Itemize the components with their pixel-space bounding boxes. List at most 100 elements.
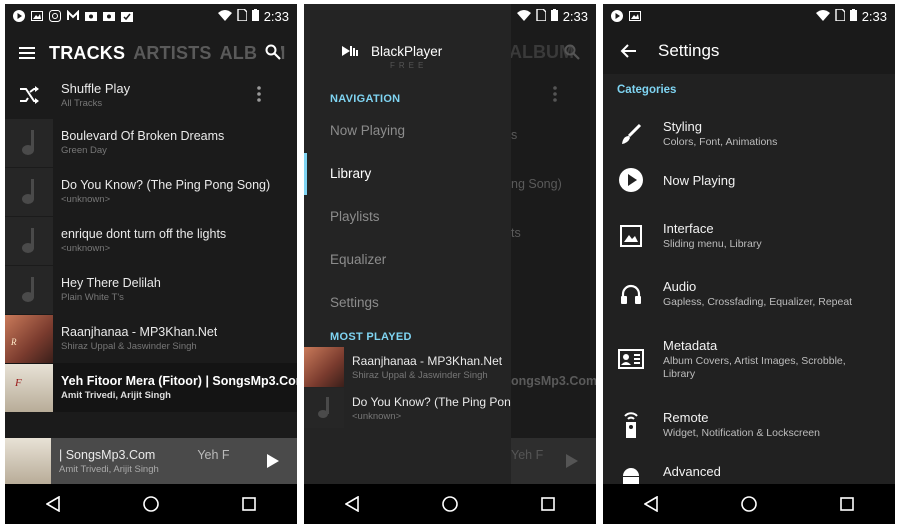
gmail-icon bbox=[67, 10, 79, 22]
recents-icon[interactable] bbox=[241, 497, 256, 511]
play-icon[interactable] bbox=[267, 454, 279, 473]
settings-item-title: Remote bbox=[663, 410, 709, 425]
clock: 2:33 bbox=[861, 8, 887, 24]
settings-item-styling[interactable]: Styling Colors, Font, Animations bbox=[603, 110, 895, 158]
play-circle-icon bbox=[607, 168, 655, 192]
album-cover-fitoor bbox=[5, 438, 51, 484]
track-row[interactable]: R Raanjhanaa - MP3Khan.Net Shiraz Uppal &… bbox=[5, 314, 297, 363]
app-logo-icon bbox=[342, 44, 358, 63]
most-played-artist: Shiraz Uppal & Jaswinder Singh bbox=[352, 369, 488, 381]
shuffle-subtitle: All Tracks bbox=[61, 98, 103, 109]
android-icon bbox=[607, 466, 655, 484]
page-title: Settings bbox=[658, 41, 720, 60]
no-sim-icon bbox=[834, 7, 846, 24]
background-text: ng Song) bbox=[511, 177, 562, 191]
remote-icon bbox=[607, 411, 655, 439]
tracks-screen: 2:33 TRACKS ARTISTS ALBUM Shuffle Play A… bbox=[5, 4, 297, 524]
image-icon bbox=[607, 225, 655, 247]
status-bar: 2:33 bbox=[5, 4, 297, 28]
system-nav-bar bbox=[603, 484, 895, 524]
clock: 2:33 bbox=[263, 8, 289, 24]
nav-item-playlists[interactable]: Playlists bbox=[330, 209, 380, 224]
settings-item-title: Advanced bbox=[663, 464, 721, 479]
more-options-icon bbox=[553, 86, 557, 107]
nav-item-library[interactable]: Library bbox=[330, 166, 371, 181]
settings-item-title: Now Playing bbox=[663, 172, 736, 188]
settings-item-audio[interactable]: Audio Gapless, Crossfading, Equalizer, Re… bbox=[603, 270, 895, 318]
settings-item-remote[interactable]: Remote Widget, Notification & Lockscreen bbox=[603, 401, 895, 449]
track-title: Do You Know? (The Ping Pong Song) bbox=[61, 178, 271, 192]
background-now-playing: Yeh F bbox=[511, 438, 596, 484]
track-artist: Plain White T's bbox=[61, 292, 124, 303]
instagram-icon bbox=[49, 10, 61, 22]
tab-tracks[interactable]: TRACKS bbox=[49, 43, 125, 64]
active-indicator bbox=[304, 153, 307, 195]
settings-item-advanced[interactable]: Advanced bbox=[603, 460, 895, 484]
clock: 2:33 bbox=[562, 8, 588, 24]
track-row[interactable]: Boulevard Of Broken Dreams Green Day bbox=[5, 118, 297, 167]
search-icon bbox=[564, 44, 580, 65]
app-edition: FREE bbox=[390, 61, 428, 70]
navigation-header: NAVIGATION bbox=[330, 93, 401, 105]
most-played-header: MOST PLAYED bbox=[330, 331, 412, 343]
home-icon[interactable] bbox=[442, 496, 458, 512]
track-row[interactable]: Hey There Delilah Plain White T's bbox=[5, 265, 297, 314]
nav-item-equalizer[interactable]: Equalizer bbox=[330, 252, 386, 267]
home-icon[interactable] bbox=[741, 496, 757, 512]
settings-item-title: Interface bbox=[663, 221, 714, 236]
music-note-icon bbox=[5, 265, 53, 314]
music-note-icon bbox=[304, 388, 344, 428]
background-text: ongsMp3.Com bbox=[511, 374, 596, 388]
track-row[interactable]: Do You Know? (The Ping Pong Song) <unknow… bbox=[5, 167, 297, 216]
music-note-icon bbox=[5, 216, 53, 265]
settings-item-subtitle: Gapless, Crossfading, Equalizer, Repeat bbox=[663, 296, 853, 308]
play-notification-icon bbox=[611, 10, 623, 22]
back-icon[interactable] bbox=[46, 496, 61, 512]
home-icon[interactable] bbox=[143, 496, 159, 512]
track-title: Raanjhanaa - MP3Khan.Net bbox=[61, 325, 218, 339]
image-notification-icon bbox=[31, 10, 43, 22]
now-playing-bar[interactable]: | SongsMp3.Com Yeh F Amit Trivedi, Arijit… bbox=[5, 438, 297, 484]
app-bar: TRACKS ARTISTS ALBUM bbox=[5, 28, 297, 78]
back-icon[interactable] bbox=[644, 496, 659, 512]
system-nav-bar bbox=[5, 484, 297, 524]
now-playing-title: | SongsMp3.Com Yeh F bbox=[59, 447, 230, 462]
settings-screen: 2:33 Settings Categories Styling Colors, … bbox=[603, 4, 895, 524]
settings-item-metadata[interactable]: Metadata Album Covers, Artist Images, Scr… bbox=[603, 329, 895, 389]
photo-notification-icon bbox=[103, 10, 115, 22]
nav-item-settings[interactable]: Settings bbox=[330, 295, 379, 310]
settings-item-now-playing[interactable]: Now Playing bbox=[603, 160, 895, 200]
most-played-item[interactable]: Raanjhanaa - MP3Khan.Net Shiraz Uppal & J… bbox=[304, 347, 511, 387]
shuffle-play-row[interactable]: Shuffle Play All Tracks bbox=[5, 72, 297, 118]
system-nav-bar bbox=[304, 484, 596, 524]
recents-icon[interactable] bbox=[839, 497, 854, 511]
track-row-playing[interactable]: F Yeh Fitoor Mera (Fitoor) | SongsMp3.Co… bbox=[5, 363, 297, 412]
most-played-artist: <unknown> bbox=[352, 410, 402, 422]
more-options-icon[interactable] bbox=[257, 86, 261, 107]
photo-notification-icon bbox=[85, 10, 97, 22]
svg-text:F: F bbox=[14, 377, 22, 389]
status-bar: 2:33 bbox=[603, 4, 895, 28]
navigation-drawer: BlackPlayer FREE NAVIGATION Now Playing … bbox=[304, 4, 511, 484]
nav-item-now-playing[interactable]: Now Playing bbox=[330, 123, 405, 138]
shuffle-icon bbox=[5, 85, 53, 105]
album-cover-fitoor: F bbox=[5, 363, 53, 412]
search-icon[interactable] bbox=[257, 44, 281, 60]
settings-item-interface[interactable]: Interface Sliding menu, Library bbox=[603, 212, 895, 260]
menu-icon[interactable] bbox=[19, 47, 35, 59]
recents-icon[interactable] bbox=[540, 497, 555, 511]
settings-item-subtitle: Album Covers, Artist Images, Scrobble, L… bbox=[663, 354, 846, 380]
tab-artists[interactable]: ARTISTS bbox=[133, 43, 211, 64]
back-icon[interactable] bbox=[345, 496, 360, 512]
settings-app-bar: Settings bbox=[603, 28, 895, 74]
brush-icon bbox=[607, 123, 655, 145]
battery-icon bbox=[251, 8, 259, 24]
back-arrow-icon[interactable] bbox=[620, 44, 636, 58]
wifi-icon bbox=[217, 9, 232, 24]
track-row[interactable]: enrique dont turn off the lights <unknown… bbox=[5, 216, 297, 265]
most-played-item[interactable]: Do You Know? (The Ping Pong S<unknown> bbox=[304, 388, 511, 428]
play-icon bbox=[566, 454, 578, 473]
track-artist: <unknown> bbox=[61, 194, 111, 205]
track-title: Yeh Fitoor Mera (Fitoor) | SongsMp3.Com bbox=[61, 374, 297, 388]
shuffle-title: Shuffle Play bbox=[61, 81, 131, 96]
